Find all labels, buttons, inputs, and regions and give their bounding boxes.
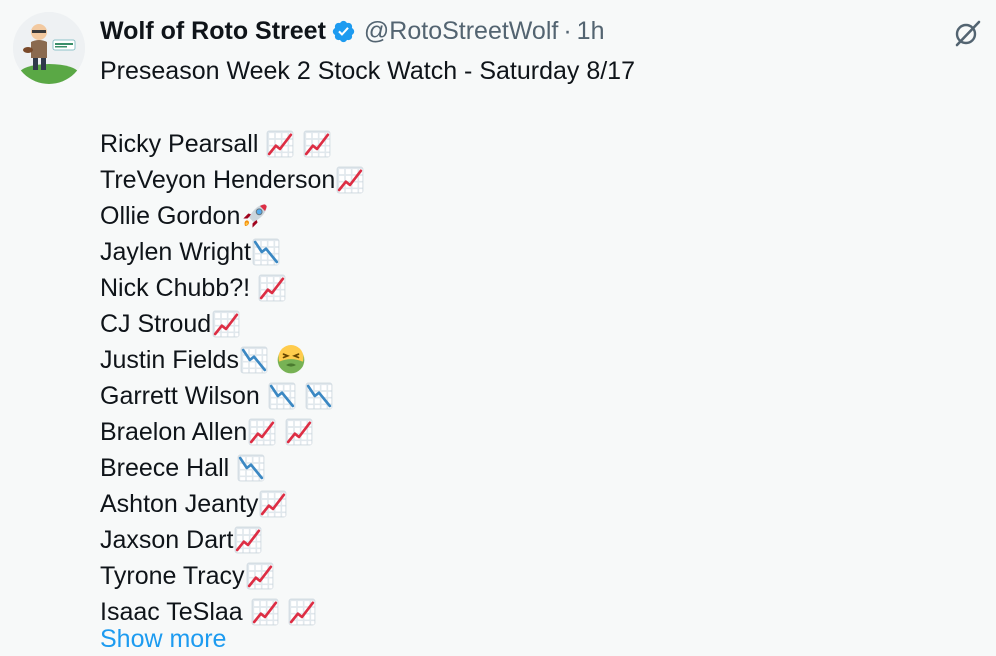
verified-badge-icon <box>331 19 356 44</box>
tweet-text: Preseason Week 2 Stock Watch - Saturday … <box>100 54 635 630</box>
player-line: Garrett Wilson <box>100 378 635 414</box>
show-more-link[interactable]: Show more <box>100 622 226 656</box>
chart-decreasing-icon <box>251 237 281 267</box>
player-name: Ollie Gordon <box>100 202 241 230</box>
player-line: TreVeyon Henderson <box>100 162 635 198</box>
chart-decreasing-icon <box>267 381 297 411</box>
chart-decreasing-icon <box>304 381 334 411</box>
chart-increasing-icon <box>302 129 332 159</box>
nauseated-face-icon <box>276 345 306 375</box>
chart-increasing-icon <box>287 597 317 627</box>
grok-button[interactable] <box>950 16 984 50</box>
chart-increasing-icon <box>233 525 263 555</box>
player-name: Breece Hall <box>100 454 230 482</box>
tweet-title-line: Preseason Week 2 Stock Watch - Saturday … <box>100 57 635 85</box>
player-name: Justin Fields <box>100 346 239 374</box>
avatar-illustration-icon <box>13 12 85 84</box>
chart-increasing-icon <box>265 129 295 159</box>
player-line: Justin Fields <box>100 342 635 378</box>
player-list: Ricky Pearsall TreVeyon Henderson Ollie … <box>100 126 635 630</box>
author-handle[interactable]: @RotoStreetWolf <box>364 14 558 48</box>
player-name: Ricky Pearsall <box>100 130 259 158</box>
rocket-icon <box>240 201 270 231</box>
chart-increasing-icon <box>211 309 241 339</box>
tweet[interactable]: Wolf of Roto Street @RotoStreetWolf · 1h… <box>0 0 996 653</box>
player-line: Breece Hall <box>100 450 635 486</box>
player-name: Garrett Wilson <box>100 382 260 410</box>
player-line: Braelon Allen <box>100 414 635 450</box>
chart-decreasing-icon <box>239 345 269 375</box>
player-line: Ollie Gordon <box>100 198 635 234</box>
player-line: Jaylen Wright <box>100 234 635 270</box>
tweet-header: Wolf of Roto Street @RotoStreetWolf · 1h <box>100 14 604 48</box>
player-name: Nick Chubb?! <box>100 274 251 302</box>
player-line: Ashton Jeanty <box>100 486 635 522</box>
player-name: Jaxson Dart <box>100 526 234 554</box>
player-name: TreVeyon Henderson <box>100 166 336 194</box>
chart-decreasing-icon <box>236 453 266 483</box>
timestamp[interactable]: 1h <box>577 14 605 48</box>
player-name: Jaylen Wright <box>100 238 251 266</box>
player-line: Ricky Pearsall <box>100 126 635 162</box>
player-line: Nick Chubb?! <box>100 270 635 306</box>
author-name[interactable]: Wolf of Roto Street <box>100 14 326 48</box>
chart-increasing-icon <box>247 417 277 447</box>
grok-icon <box>955 20 981 47</box>
player-line: Tyrone Tracy <box>100 558 635 594</box>
player-line: Jaxson Dart <box>100 522 635 558</box>
chart-increasing-icon <box>245 561 275 591</box>
chart-increasing-icon <box>284 417 314 447</box>
player-line: CJ Stroud <box>100 306 635 342</box>
chart-increasing-icon <box>335 165 365 195</box>
player-name: Tyrone Tracy <box>100 562 245 590</box>
separator-dot: · <box>563 17 572 45</box>
player-name: Ashton Jeanty <box>100 490 259 518</box>
avatar[interactable] <box>13 12 85 84</box>
chart-increasing-icon <box>258 489 288 519</box>
chart-increasing-icon <box>257 273 287 303</box>
chart-increasing-icon <box>250 597 280 627</box>
player-name: Braelon Allen <box>100 418 248 446</box>
player-name: CJ Stroud <box>100 310 212 338</box>
